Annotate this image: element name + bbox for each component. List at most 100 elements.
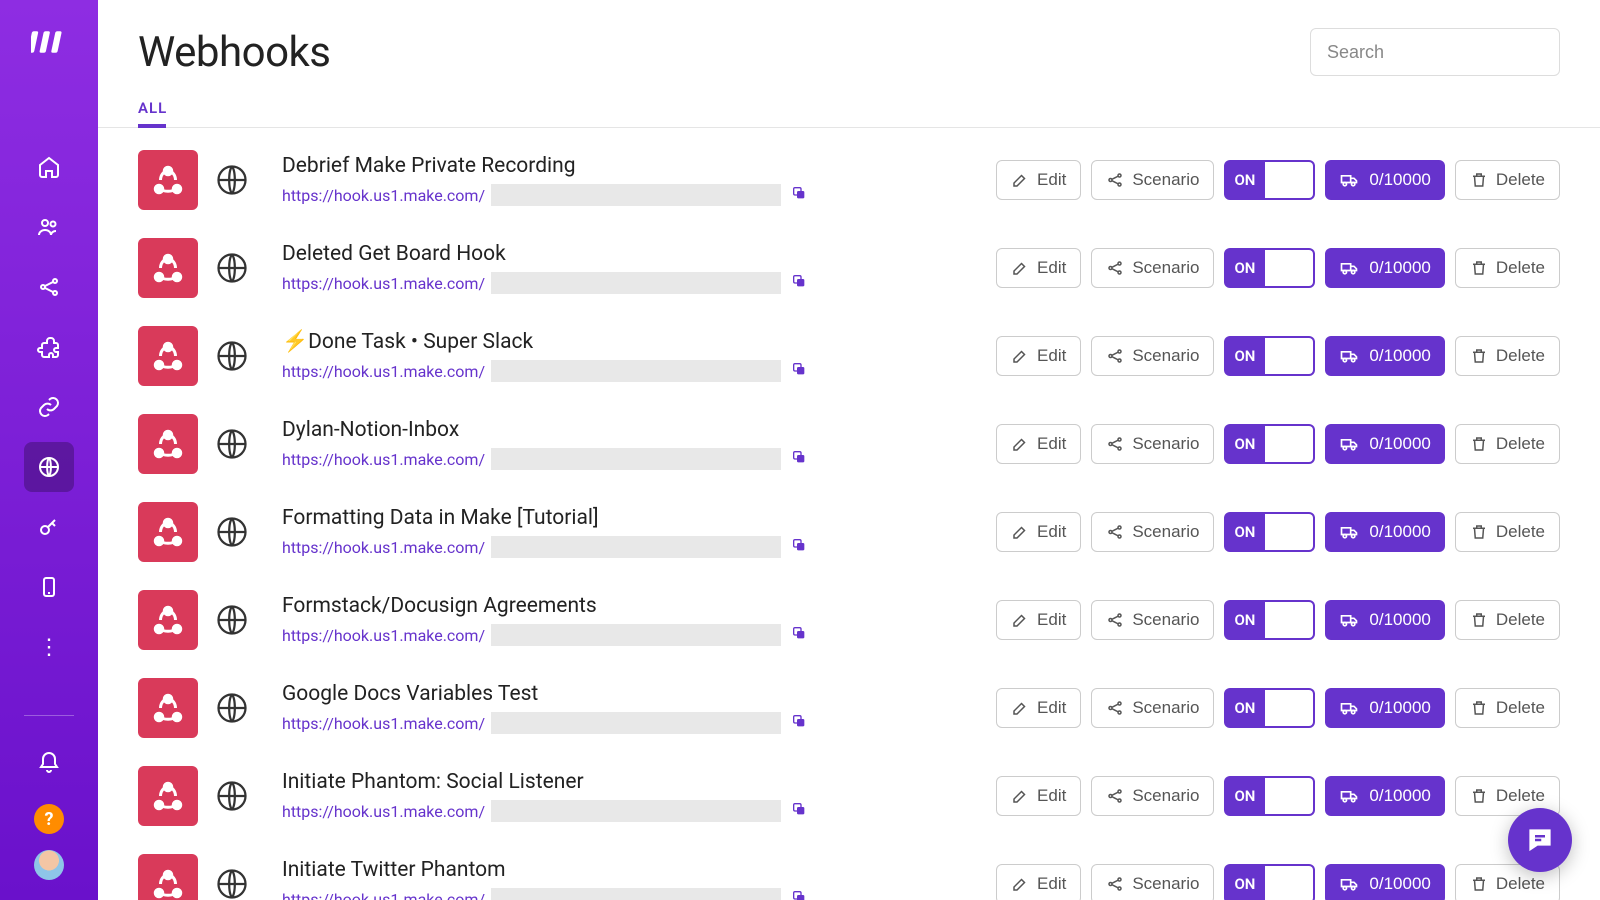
scenario-button[interactable]: Scenario xyxy=(1091,600,1214,640)
nav-more[interactable]: ⋮ xyxy=(24,622,74,672)
enable-toggle[interactable]: ON xyxy=(1224,600,1315,640)
enable-toggle[interactable]: ON xyxy=(1224,424,1315,464)
scenario-button[interactable]: Scenario xyxy=(1091,688,1214,728)
toggle-label: ON xyxy=(1224,864,1265,900)
edit-button[interactable]: Edit xyxy=(996,688,1081,728)
edit-button[interactable]: Edit xyxy=(996,336,1081,376)
scenario-button[interactable]: Scenario xyxy=(1091,864,1214,900)
nav-devices[interactable] xyxy=(24,562,74,612)
nav-notifications[interactable] xyxy=(24,738,74,788)
scenario-button[interactable]: Scenario xyxy=(1091,248,1214,288)
nav-apps[interactable] xyxy=(24,322,74,372)
url-line: https://hook.us1.make.com/ xyxy=(282,184,976,206)
scenario-button[interactable]: Scenario xyxy=(1091,424,1214,464)
edit-button[interactable]: Edit xyxy=(996,776,1081,816)
actions: EditScenarioON 0/10000 Delete xyxy=(996,600,1560,640)
delete-button[interactable]: Delete xyxy=(1455,424,1560,464)
enable-toggle[interactable]: ON xyxy=(1224,512,1315,552)
edit-button[interactable]: Edit xyxy=(996,160,1081,200)
toggle-knob xyxy=(1265,864,1315,900)
copy-button[interactable] xyxy=(791,713,807,733)
nav-keys[interactable] xyxy=(24,502,74,552)
queue-button[interactable]: 0/10000 xyxy=(1325,336,1444,376)
icon-set xyxy=(138,326,262,386)
copy-button[interactable] xyxy=(791,801,807,821)
header: Webhooks xyxy=(98,0,1600,77)
toggle-label: ON xyxy=(1224,688,1265,728)
enable-toggle[interactable]: ON xyxy=(1224,776,1315,816)
scenario-button[interactable]: Scenario xyxy=(1091,160,1214,200)
toggle-knob xyxy=(1265,336,1315,376)
delete-button[interactable]: Delete xyxy=(1455,688,1560,728)
search-input[interactable] xyxy=(1310,28,1560,76)
copy-button[interactable] xyxy=(791,273,807,293)
delete-button[interactable]: Delete xyxy=(1455,512,1560,552)
enable-toggle[interactable]: ON xyxy=(1224,248,1315,288)
scenario-button[interactable]: Scenario xyxy=(1091,776,1214,816)
delete-button[interactable]: Delete xyxy=(1455,336,1560,376)
webhook-title: ⚡Done Task • Super Slack xyxy=(282,330,976,354)
delete-button[interactable]: Delete xyxy=(1455,248,1560,288)
webhook-row: Initiate Phantom: Social Listenerhttps:/… xyxy=(138,752,1560,840)
enable-toggle[interactable]: ON xyxy=(1224,160,1315,200)
url-line: https://hook.us1.make.com/ xyxy=(282,712,976,734)
scenario-button[interactable]: Scenario xyxy=(1091,336,1214,376)
queue-button[interactable]: 0/10000 xyxy=(1325,248,1444,288)
nav-home[interactable] xyxy=(24,142,74,192)
avatar[interactable] xyxy=(34,850,64,880)
edit-button[interactable]: Edit xyxy=(996,864,1081,900)
webhook-title: Deleted Get Board Hook xyxy=(282,242,976,266)
edit-button[interactable]: Edit xyxy=(996,248,1081,288)
url-redacted xyxy=(491,712,781,734)
webhook-title: Formstack/Docusign Agreements xyxy=(282,594,976,618)
enable-toggle[interactable]: ON xyxy=(1224,336,1315,376)
tab-all[interactable]: ALL xyxy=(138,99,167,127)
icon-set xyxy=(138,766,262,826)
nav-share[interactable] xyxy=(24,262,74,312)
actions: EditScenarioON0/10000Delete xyxy=(996,776,1560,816)
queue-button[interactable]: 0/10000 xyxy=(1325,160,1444,200)
edit-button[interactable]: Edit xyxy=(996,424,1081,464)
enable-toggle[interactable]: ON xyxy=(1224,864,1315,900)
actions: EditScenarioON0/10000Delete xyxy=(996,864,1560,900)
edit-button[interactable]: Edit xyxy=(996,600,1081,640)
scenario-button[interactable]: Scenario xyxy=(1091,512,1214,552)
url-line: https://hook.us1.make.com/ xyxy=(282,624,976,646)
help-button[interactable]: ? xyxy=(34,804,64,834)
actions: EditScenarioON 0/10000 Delete xyxy=(996,688,1560,728)
icon-set xyxy=(138,854,262,900)
webhook-title: Formatting Data in Make [Tutorial] xyxy=(282,506,976,530)
webhook-icon xyxy=(138,414,198,474)
copy-button[interactable] xyxy=(791,361,807,381)
icon-set xyxy=(138,678,262,738)
enable-toggle[interactable]: ON xyxy=(1224,688,1315,728)
delete-button[interactable]: Delete xyxy=(1455,160,1560,200)
nav-team[interactable] xyxy=(24,202,74,252)
webhook-icon xyxy=(138,150,198,210)
toggle-knob xyxy=(1265,160,1315,200)
nav-webhooks[interactable] xyxy=(24,442,74,492)
url-line: https://hook.us1.make.com/ xyxy=(282,888,976,900)
queue-button[interactable]: 0/10000 xyxy=(1325,424,1444,464)
copy-button[interactable] xyxy=(791,449,807,469)
url-line: https://hook.us1.make.com/ xyxy=(282,536,976,558)
copy-button[interactable] xyxy=(791,537,807,557)
queue-button[interactable]: 0/10000 xyxy=(1325,600,1444,640)
nav-connections[interactable] xyxy=(24,382,74,432)
queue-button[interactable]: 0/10000 xyxy=(1325,688,1444,728)
queue-button[interactable]: 0/10000 xyxy=(1325,864,1444,900)
webhook-title: Debrief Make Private Recording xyxy=(282,154,976,178)
logo[interactable] xyxy=(29,22,69,62)
delete-button[interactable]: Delete xyxy=(1455,600,1560,640)
globe-icon xyxy=(202,150,262,210)
webhook-icon xyxy=(138,678,198,738)
toggle-label: ON xyxy=(1224,600,1265,640)
copy-button[interactable] xyxy=(791,625,807,645)
queue-button[interactable]: 0/10000 xyxy=(1325,776,1444,816)
url-redacted xyxy=(491,184,781,206)
chat-fab[interactable] xyxy=(1508,808,1572,872)
copy-button[interactable] xyxy=(791,889,807,900)
edit-button[interactable]: Edit xyxy=(996,512,1081,552)
queue-button[interactable]: 0/10000 xyxy=(1325,512,1444,552)
copy-button[interactable] xyxy=(791,185,807,205)
